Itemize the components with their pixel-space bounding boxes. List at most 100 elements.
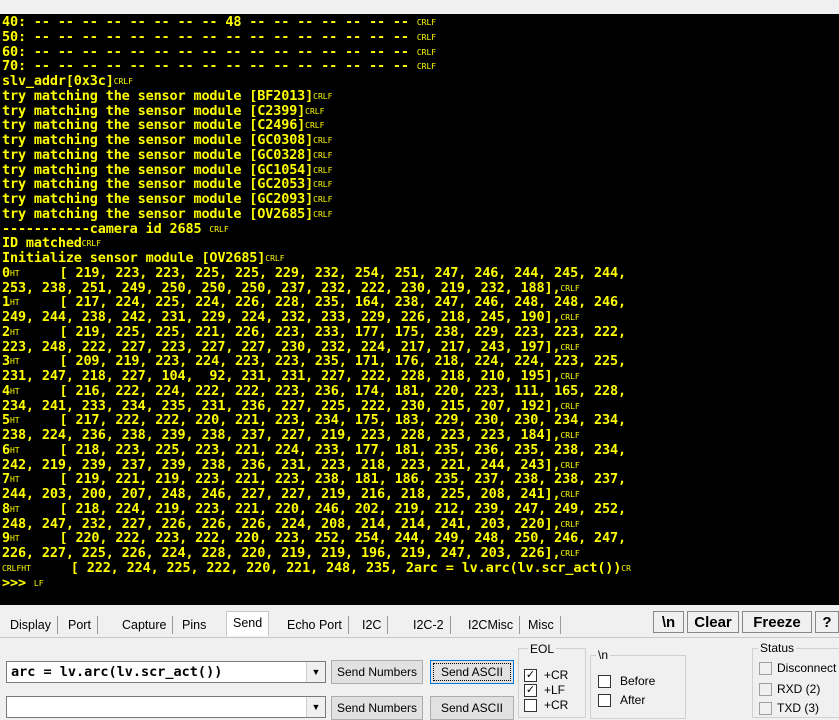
control-char-marker: CRLF xyxy=(416,32,437,42)
terminal-line-text: try matching the sensor module [BF2013] xyxy=(2,87,314,104)
tab-i2c-2[interactable]: I2C-2 xyxy=(413,616,451,634)
tab-i2c[interactable]: I2C xyxy=(362,616,389,634)
newline-toggle-button[interactable]: \n xyxy=(653,611,684,633)
disconnect-label: Disconnect xyxy=(777,661,837,675)
terminal-line-text: try matching the sensor module [OV2685] xyxy=(2,205,314,222)
terminal-line-text: >>> xyxy=(2,574,34,591)
tab-misc[interactable]: Misc xyxy=(528,616,561,634)
terminal-line-text: 70: -- -- -- -- -- -- -- -- -- -- -- -- … xyxy=(2,58,417,75)
eol-cr-checkbox[interactable]: ✓ xyxy=(524,669,537,682)
send-ascii-button-2[interactable]: Send ASCII xyxy=(430,696,514,720)
terminal-line: Initialize sensor module [OV2685]CRLF xyxy=(2,251,285,266)
control-char-marker: HT xyxy=(9,445,20,455)
eol-lf-checkbox[interactable]: ✓ xyxy=(524,684,537,697)
terminal-output[interactable]: 40: -- -- -- -- -- -- -- -- 48 -- -- -- … xyxy=(0,14,839,605)
send-ascii-button-1[interactable]: Send ASCII xyxy=(430,660,514,684)
terminal-line-text: 231, 247, 218, 227, 104, 92, 231, 231, 2… xyxy=(2,368,561,384)
terminal-line-text: 226, 227, 225, 226, 224, 228, 220, 219, … xyxy=(2,545,561,561)
newline-group-label: \n xyxy=(596,648,611,662)
terminal-line-text: 0 xyxy=(2,264,10,281)
control-char-marker: CRLF xyxy=(113,77,133,86)
terminal-line: 238, 224, 236, 238, 239, 238, 237, 227, … xyxy=(2,428,580,443)
control-char-marker: HT xyxy=(9,386,20,396)
terminal-line-text: Initialize sensor module [OV2685] xyxy=(2,250,266,266)
terminal-line: -----------camera id 2685 CRLF xyxy=(2,220,229,237)
tab-i2cmisc[interactable]: I2CMisc xyxy=(468,616,521,634)
before-checkbox[interactable] xyxy=(598,675,611,688)
control-char-marker: CRLF xyxy=(313,180,333,190)
terminal-line-text: try matching the sensor module [C2399] xyxy=(2,102,306,119)
terminal-line: CRLFHT [ 222, 224, 225, 222, 220, 221, 2… xyxy=(2,560,631,576)
control-char-marker: CRLF xyxy=(560,431,580,440)
terminal-line-text: try matching the sensor module [C2496] xyxy=(2,117,306,134)
terminal-line: 50: -- -- -- -- -- -- -- -- -- -- -- -- … xyxy=(2,28,437,45)
terminal-line: 226, 227, 225, 226, 224, 228, 220, 219, … xyxy=(2,546,580,561)
control-char-marker: HT xyxy=(9,416,20,426)
txd-label: TXD (3) xyxy=(777,701,819,715)
send-input-2[interactable]: ▼ xyxy=(6,696,326,718)
terminal-line: try matching the sensor module [GC2093]C… xyxy=(2,192,332,207)
control-char-marker: CRLF xyxy=(560,549,580,558)
terminal-line: 5HT [ 217, 222, 222, 220, 221, 223, 234,… xyxy=(2,413,626,428)
control-char-marker: HT xyxy=(9,268,20,278)
control-char-marker: CRLF xyxy=(313,91,333,101)
clear-button[interactable]: Clear xyxy=(687,611,739,633)
terminal-line: 223, 248, 222, 227, 223, 227, 227, 230, … xyxy=(2,339,580,355)
terminal-line: 1HT [ 217, 224, 225, 224, 226, 228, 235,… xyxy=(2,295,626,310)
tab-pins[interactable]: Pins xyxy=(182,616,206,634)
control-char-marker: CRLF xyxy=(313,150,333,160)
terminal-line-text: [ 216, 222, 224, 222, 222, 223, 236, 174… xyxy=(19,382,627,399)
chevron-down-icon[interactable]: ▼ xyxy=(306,662,325,682)
terminal-line-text: [ 219, 221, 219, 223, 221, 223, 238, 181… xyxy=(19,471,627,488)
control-char-marker: HT xyxy=(9,327,20,337)
help-button[interactable]: ? xyxy=(815,611,839,633)
terminal-line: 8HT [ 218, 224, 219, 223, 221, 220, 246,… xyxy=(2,500,626,517)
terminal-line-text: -----------camera id 2685 xyxy=(2,220,210,237)
terminal-line-text: [ 219, 223, 223, 225, 225, 229, 232, 254… xyxy=(19,264,627,281)
terminal-line-text: 60: -- -- -- -- -- -- -- -- -- -- -- -- … xyxy=(2,43,417,60)
freeze-button[interactable]: Freeze xyxy=(742,611,812,633)
tab-display[interactable]: Display xyxy=(10,616,58,634)
tab-port[interactable]: Port xyxy=(68,616,98,634)
terminal-line: try matching the sensor module [BF2013]C… xyxy=(2,87,333,104)
disconnect-indicator xyxy=(759,662,772,675)
eol-group-label: EOL xyxy=(528,642,557,656)
panel-divider xyxy=(0,637,839,638)
rxd-label: RXD (2) xyxy=(777,682,821,696)
eol-cr2-checkbox[interactable] xyxy=(524,699,537,712)
terminal-line-text: 8 xyxy=(2,500,10,517)
tab-send[interactable]: Send xyxy=(226,611,270,636)
before-label: Before xyxy=(620,674,656,688)
terminal-line: 244, 203, 200, 207, 248, 246, 227, 227, … xyxy=(2,487,580,502)
terminal-line-text: 249, 244, 238, 242, 231, 229, 224, 232, … xyxy=(2,309,561,325)
terminal-line-text: 242, 219, 239, 237, 239, 238, 236, 231, … xyxy=(2,456,561,473)
tab-echo-port[interactable]: Echo Port xyxy=(287,616,349,634)
terminal-line-text: 50: -- -- -- -- -- -- -- -- -- -- -- -- … xyxy=(2,28,417,45)
control-char-marker: LF xyxy=(33,578,44,588)
send-input-1[interactable]: arc = lv.arc(lv.scr_act()) ▼ xyxy=(6,661,326,683)
terminal-line: try matching the sensor module [OV2685]C… xyxy=(2,205,332,222)
send-numbers-button-2[interactable]: Send Numbers xyxy=(331,696,423,720)
terminal-line-text: 5 xyxy=(2,412,10,429)
after-checkbox[interactable] xyxy=(598,694,611,707)
send-numbers-button-1[interactable]: Send Numbers xyxy=(331,660,423,684)
title-strip xyxy=(0,0,839,14)
terminal-line: 3HT [ 209, 219, 223, 224, 223, 223, 235,… xyxy=(2,354,626,369)
terminal-line: 234, 241, 233, 234, 235, 231, 236, 227, … xyxy=(2,397,580,414)
chevron-down-icon[interactable]: ▼ xyxy=(306,697,325,717)
terminal-line-text: 238, 224, 236, 238, 239, 238, 237, 227, … xyxy=(2,427,561,443)
eol-lf-label: +LF xyxy=(544,683,566,697)
control-char-marker: CRLF xyxy=(560,283,580,293)
terminal-line: 249, 244, 238, 242, 231, 229, 224, 232, … xyxy=(2,310,580,325)
terminal-line-text: 248, 247, 232, 227, 226, 226, 226, 224, … xyxy=(2,515,561,532)
tab-capture[interactable]: Capture xyxy=(122,616,174,634)
terminal-line: try matching the sensor module [GC2053]C… xyxy=(2,177,332,192)
control-char-marker: CRLF xyxy=(313,195,333,204)
terminal-line-text: [ 217, 222, 222, 220, 221, 223, 234, 175… xyxy=(19,412,627,429)
rxd-indicator xyxy=(759,683,772,696)
terminal-line-text: 40: -- -- -- -- -- -- -- -- 48 -- -- -- … xyxy=(2,14,417,30)
terminal-line: 70: -- -- -- -- -- -- -- -- -- -- -- -- … xyxy=(2,59,436,74)
terminal-line-text: 234, 241, 233, 234, 235, 231, 236, 227, … xyxy=(2,397,561,414)
terminal-line-text: 7 xyxy=(2,471,10,488)
terminal-line: 40: -- -- -- -- -- -- -- -- 48 -- -- -- … xyxy=(2,15,436,30)
